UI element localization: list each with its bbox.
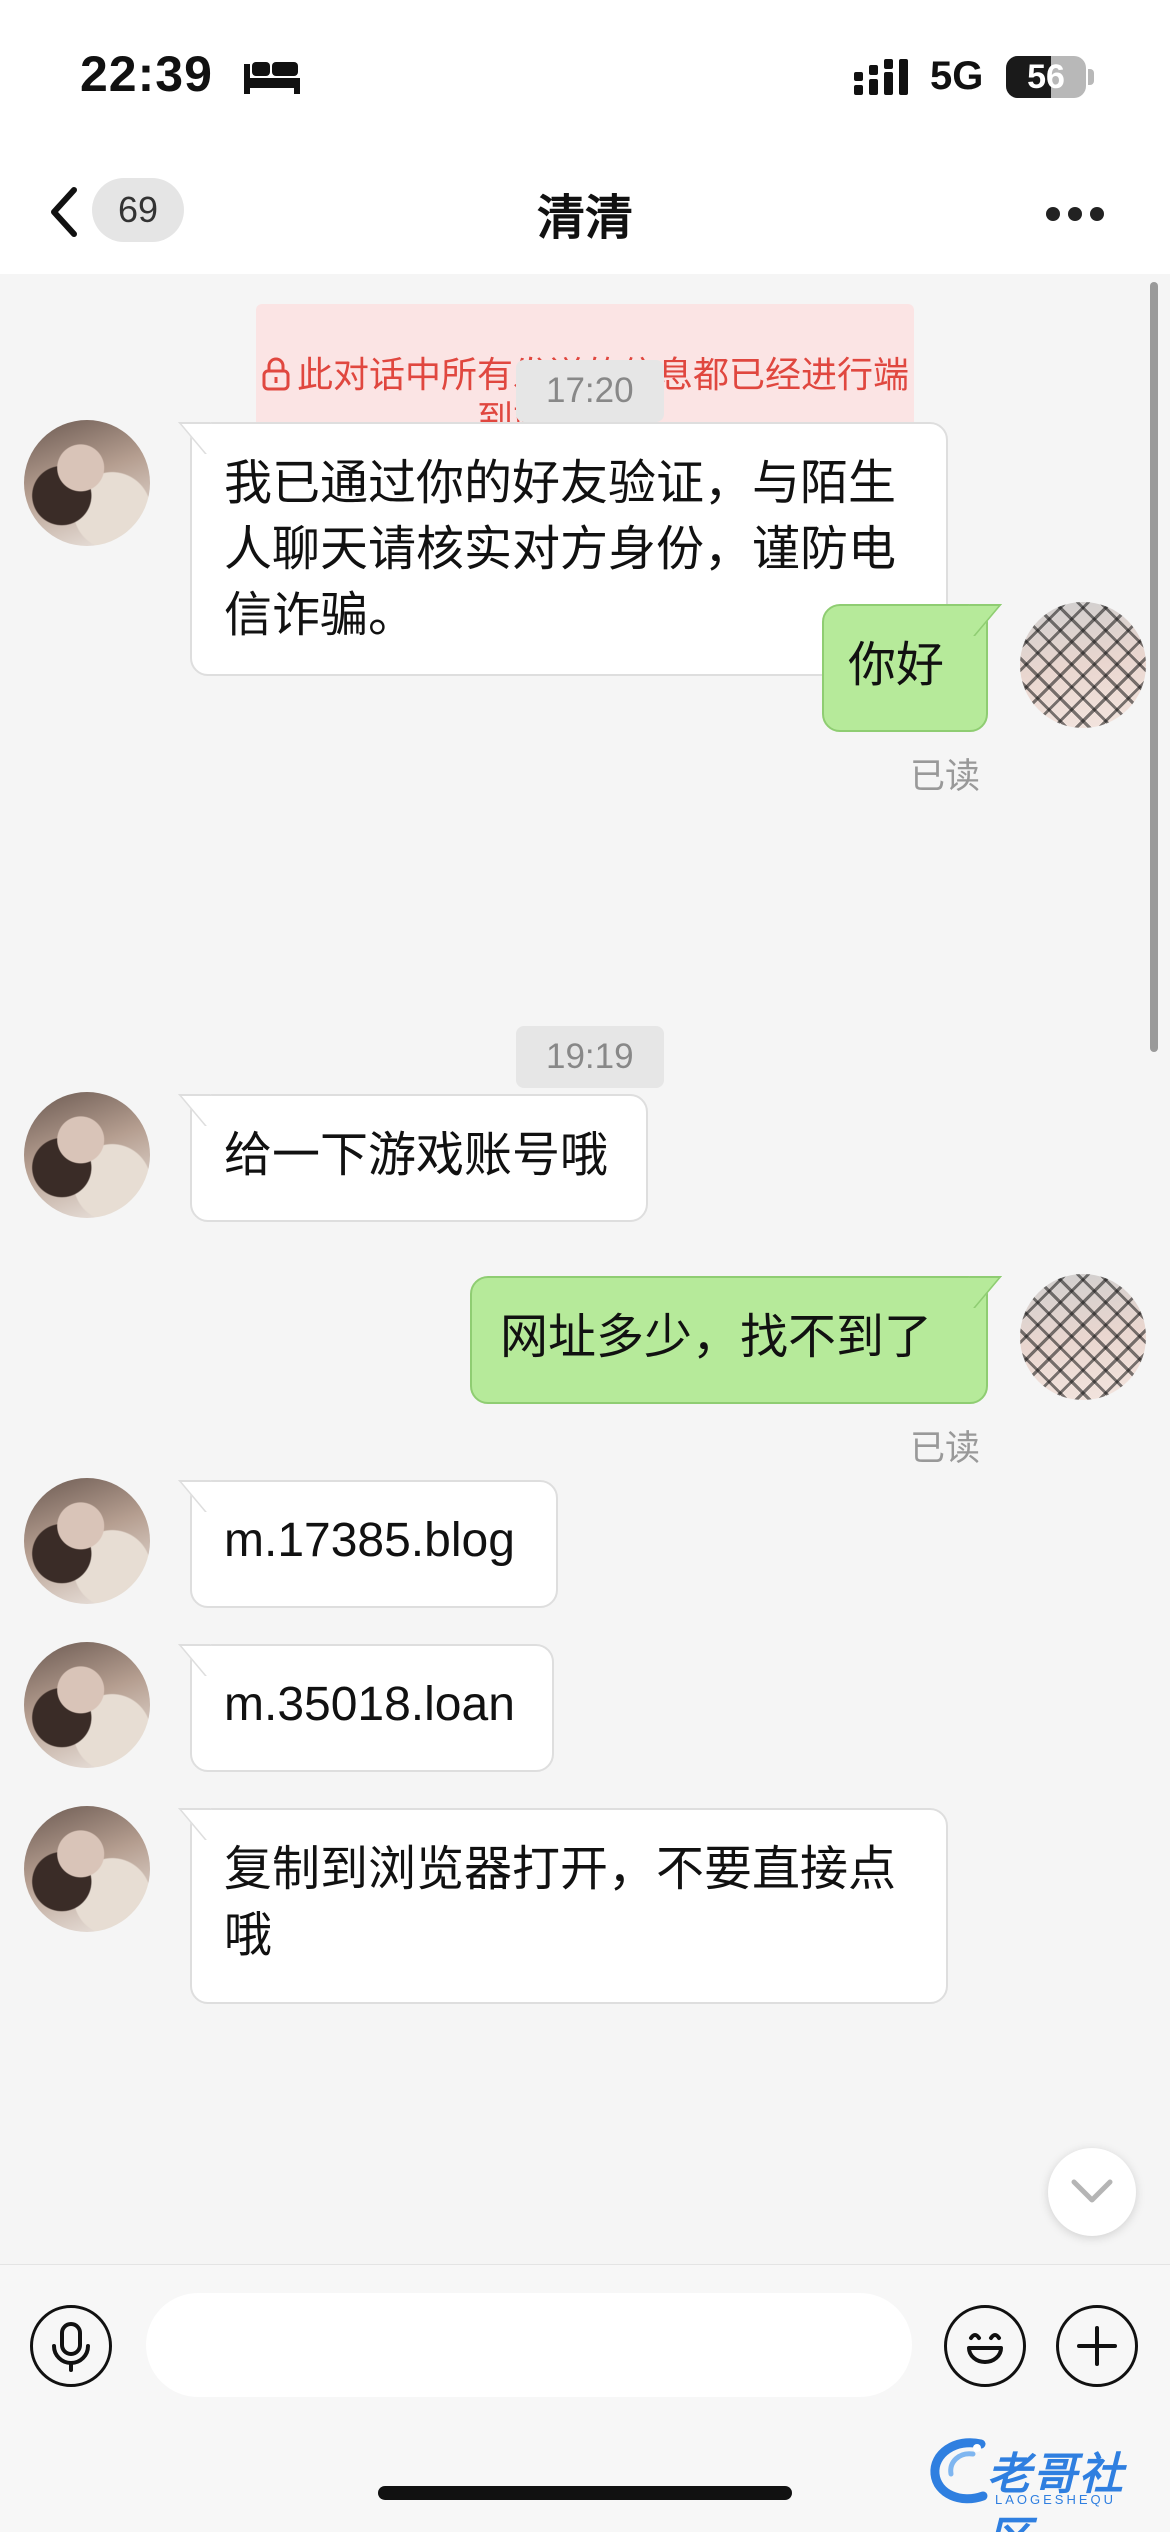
contact-avatar[interactable] [24,420,150,546]
microphone-icon [52,2322,90,2372]
smiley-icon [967,2333,1003,2364]
message-text: m.35018.loan [224,1678,515,1731]
contact-avatar[interactable] [24,1806,150,1932]
message-text: 你好 [848,637,945,693]
message-bubble-incoming[interactable]: m.17385.blog [190,1480,558,1608]
more-options-button[interactable] [1030,176,1120,246]
my-avatar[interactable] [1020,1274,1146,1400]
watermark-text: 老哥社区 [987,2449,1125,2532]
more-actions-button[interactable] [1056,2305,1138,2387]
chevron-down-icon [1071,2179,1113,2203]
message-bubble-outgoing[interactable]: 网址多少，找不到了 [470,1276,988,1404]
chevron-left-icon [51,187,77,237]
message-text: 网址多少，找不到了 [500,1309,933,1365]
more-dot-icon [1068,207,1082,221]
scrollbar[interactable] [1150,282,1158,1052]
sleep-focus-icon [244,62,300,94]
message-text: 给一下游戏账号哦 [224,1127,609,1183]
chat-title: 清清 [536,190,633,246]
message-bubble-incoming[interactable]: 给一下游戏账号哦 [190,1094,648,1222]
contact-avatar[interactable] [24,1478,150,1604]
battery-tip [1088,69,1094,85]
status-bar: 22:39 5G 56 [0,0,1170,150]
emoji-button[interactable] [944,2305,1026,2387]
message-bubble-outgoing[interactable]: 你好 [822,604,988,732]
plus-icon [1077,2326,1117,2366]
contact-avatar[interactable] [24,1642,150,1768]
message-text: 我已通过你的好友验证，与陌生人聊天请核实对方身份，谨防电信诈骗。 [224,455,897,643]
signal-strength-icon [854,59,908,95]
back-button[interactable]: 69 [40,170,190,250]
timestamp-divider: 17:20 [516,360,664,422]
dragon-logo-icon [930,2438,988,2504]
read-receipt: 已读 [909,1429,980,1469]
scroll-to-bottom-button[interactable] [1048,2148,1136,2236]
site-watermark: 老哥社区 LAOGESHEQU [925,2432,1160,2532]
message-input[interactable] [146,2293,912,2397]
message-bubble-incoming[interactable]: m.35018.loan [190,1644,554,1772]
network-type: 5G [930,54,984,98]
battery-icon: 56 [1006,56,1086,98]
chat-header: 69 清清 [0,150,1170,274]
unread-count-badge: 69 [92,178,184,242]
voice-input-button[interactable] [30,2305,112,2387]
more-dot-icon [1046,207,1060,221]
contact-avatar[interactable] [24,1092,150,1218]
status-time: 22:39 [80,46,213,102]
home-indicator[interactable] [378,2486,792,2500]
lock-icon [262,357,290,391]
timestamp-divider: 19:19 [516,1026,664,1088]
battery-percent: 56 [1027,58,1065,96]
read-receipt: 已读 [909,757,980,797]
message-bubble-incoming[interactable]: 复制到浏览器打开，不要直接点哦 [190,1808,948,2004]
watermark-subtext: LAOGESHEQU [995,2492,1117,2507]
message-text: m.17385.blog [224,1514,515,1567]
my-avatar[interactable] [1020,602,1146,728]
message-text: 复制到浏览器打开，不要直接点哦 [224,1841,897,1963]
message-list[interactable]: 此对话中所有发送的信息都已经进行端到端的加密。 17:20 我已通过你的好友验证… [0,274,1170,2264]
more-dot-icon [1090,207,1104,221]
